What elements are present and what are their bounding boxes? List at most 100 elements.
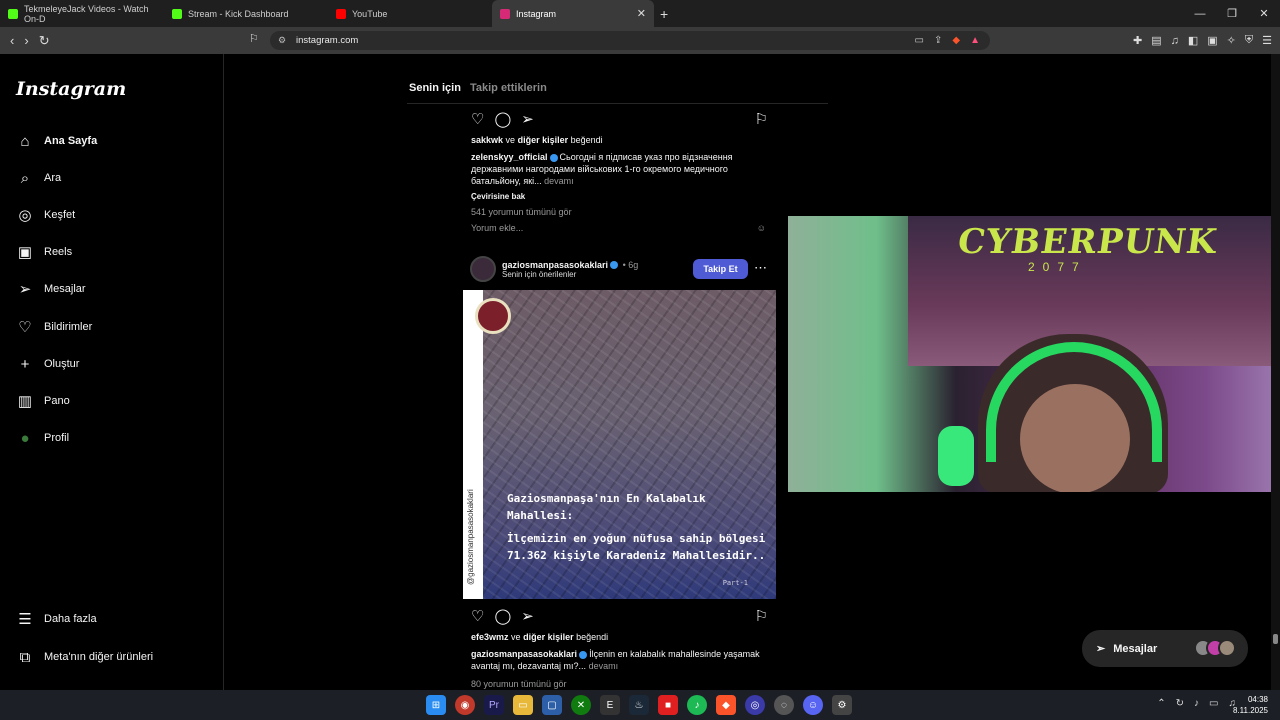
post-gaziosmanpasa: ♡ ◯ ➢ ⚐ efe3wmz ve diğer kişiler beğendi…: [463, 607, 776, 690]
app-icon[interactable]: ▢: [542, 695, 562, 715]
comment-icon[interactable]: ◯: [494, 110, 511, 130]
view-comments-link[interactable]: 80 yorumun tümünü gör: [463, 678, 776, 690]
tab-for-you[interactable]: Senin için: [409, 82, 461, 94]
xbox-icon[interactable]: ✕: [571, 695, 591, 715]
folder-icon[interactable]: ▭: [513, 695, 533, 715]
sidebar-item-notifications[interactable]: ♡ Bildirimler: [16, 318, 92, 336]
leo-icon[interactable]: ✧: [1227, 34, 1236, 47]
media-icon[interactable]: ♫: [1171, 35, 1179, 47]
share-icon[interactable]: ➢: [521, 607, 534, 627]
premiere-icon[interactable]: Pr: [484, 695, 504, 715]
sidebar-item-profile[interactable]: ● Profil: [16, 429, 69, 447]
liker-username[interactable]: efe3wmz: [471, 632, 509, 642]
bookmark-icon[interactable]: ⚐: [249, 32, 259, 45]
steam-icon[interactable]: ♨: [629, 695, 649, 715]
sidebar-item-dashboard[interactable]: ▥ Pano: [16, 392, 70, 410]
chevron-up-icon[interactable]: ⌃: [1157, 698, 1165, 709]
author-username[interactable]: zelenskyy_official: [471, 152, 548, 162]
follow-button[interactable]: Takip Et: [693, 259, 748, 279]
sidebar-item-more[interactable]: ☰ Daha fazla: [16, 610, 96, 628]
instagram-icon: [500, 8, 510, 19]
author-username[interactable]: gaziosmanpasasokaklari: [502, 260, 608, 270]
kick-icon: [172, 8, 182, 19]
messages-label: Mesajlar: [1113, 642, 1158, 655]
sidebar-item-home[interactable]: ⌂ Ana Sayfa: [16, 132, 97, 150]
app-icon[interactable]: ◌: [774, 695, 794, 715]
reader-icon[interactable]: ▤: [1151, 34, 1161, 47]
author-username[interactable]: gaziosmanpasasokaklari: [471, 649, 577, 659]
like-icon[interactable]: ♡: [471, 607, 484, 627]
brave-icon[interactable]: ◆: [716, 695, 736, 715]
forward-icon[interactable]: ›: [24, 33, 28, 49]
taskbar-apps: ⊞ ◉ Pr ▭ ▢ ✕ E ♨ ■ ♪ ◆ ◎ ◌ ☺ ⚙: [426, 695, 852, 715]
cast-icon[interactable]: ▭: [915, 31, 924, 50]
sidebar-item-create[interactable]: + Oluştur: [16, 355, 80, 373]
tab-kick-videos[interactable]: TekmeleyeJack Videos - Watch On-D: [0, 0, 164, 27]
settings-icon[interactable]: ⚙: [832, 695, 852, 715]
liker-username[interactable]: sakkwk: [471, 135, 503, 145]
display-icon[interactable]: ▭: [1209, 698, 1218, 709]
tab-youtube[interactable]: YouTube: [328, 0, 492, 27]
spotify-icon[interactable]: ♪: [687, 695, 707, 715]
tab-label: Stream - Kick Dashboard: [188, 8, 289, 19]
close-window-button[interactable]: ✕: [1248, 7, 1280, 20]
sidebar-icon[interactable]: ◧: [1188, 34, 1198, 47]
site-settings-icon[interactable]: ⚙: [278, 31, 286, 50]
clock[interactable]: 04:38 8.11.2025: [1233, 694, 1268, 716]
back-icon[interactable]: ‹: [10, 33, 14, 49]
close-icon[interactable]: ✕: [637, 7, 646, 20]
epic-games-icon[interactable]: E: [600, 695, 620, 715]
sidebar-item-meta[interactable]: ⧉ Meta'nın diğer ürünleri: [16, 648, 153, 666]
app-icon[interactable]: ◉: [455, 695, 475, 715]
sidebar-item-label: Keşfet: [44, 209, 76, 221]
vpn-icon[interactable]: ⛨: [1245, 34, 1253, 47]
app-icon[interactable]: ◎: [745, 695, 765, 715]
comment-icon[interactable]: ◯: [494, 607, 511, 627]
brave-rewards-icon[interactable]: ▲: [970, 31, 980, 50]
restore-button[interactable]: ❐: [1216, 7, 1248, 20]
share-icon[interactable]: ➢: [521, 110, 534, 130]
clock-time: 04:38: [1247, 695, 1268, 704]
sync-icon[interactable]: ↻: [1176, 698, 1184, 709]
messages-pill[interactable]: ➢ Mesajlar: [1082, 630, 1248, 667]
like-icon[interactable]: ♡: [471, 110, 484, 130]
sidebar-item-explore[interactable]: ◎ Keşfet: [16, 206, 75, 224]
minimize-button[interactable]: —: [1184, 8, 1216, 20]
discord-icon[interactable]: ☺: [803, 695, 823, 715]
translate-link[interactable]: Çevirisine bak: [463, 191, 776, 203]
save-icon[interactable]: ⚐: [755, 110, 768, 128]
save-icon[interactable]: ⚐: [755, 607, 768, 625]
more-link[interactable]: devamı: [544, 176, 574, 186]
avatar[interactable]: [470, 256, 496, 282]
share-icon[interactable]: ⇪: [934, 31, 942, 50]
sidebar-item-label: Ana Sayfa: [44, 135, 98, 147]
kick-icon: [8, 8, 18, 19]
windows-start-icon[interactable]: ⊞: [426, 695, 446, 715]
likes-others-link[interactable]: diğer kişiler: [518, 135, 569, 145]
sidebar-item-reels[interactable]: ▣ Reels: [16, 243, 72, 261]
tab-instagram[interactable]: Instagram ✕: [492, 0, 654, 27]
instagram-logo[interactable]: Instagram: [16, 78, 126, 100]
more-link[interactable]: devamı: [589, 661, 619, 671]
comment-input[interactable]: Yorum ekle... ☺: [463, 222, 776, 234]
brave-shield-icon[interactable]: ◆: [952, 31, 960, 50]
reload-icon[interactable]: ↻: [39, 33, 50, 49]
url-field[interactable]: ⚙ instagram.com ▭ ⇪ ◆ ▲: [270, 31, 990, 50]
tab-kick-dashboard[interactable]: Stream - Kick Dashboard: [164, 0, 328, 27]
extensions-icon[interactable]: ✚: [1133, 34, 1142, 47]
new-tab-button[interactable]: +: [660, 6, 668, 22]
wallet-icon[interactable]: ▣: [1207, 34, 1217, 47]
tab-following[interactable]: Takip ettiklerin: [470, 82, 547, 94]
app-icon[interactable]: ■: [658, 695, 678, 715]
scrollbar[interactable]: [1271, 54, 1280, 690]
mic-icon[interactable]: ♪: [1194, 698, 1199, 709]
emoji-icon[interactable]: ☺: [757, 222, 766, 234]
view-comments-link[interactable]: 541 yorumun tümünü gör: [463, 206, 776, 218]
sidebar-item-search[interactable]: ⌕ Ara: [16, 169, 61, 187]
menu-icon[interactable]: ☰: [1262, 34, 1272, 47]
more-options-icon[interactable]: ⋯: [754, 260, 767, 276]
post-image[interactable]: @gaziosmanpasasokaklari Gaziosmanpaşa'nı…: [463, 290, 776, 599]
scrollbar-thumb[interactable]: [1273, 634, 1278, 644]
likes-others-link[interactable]: diğer kişiler: [523, 632, 574, 642]
sidebar-item-messages[interactable]: ➢ Mesajlar: [16, 280, 86, 298]
